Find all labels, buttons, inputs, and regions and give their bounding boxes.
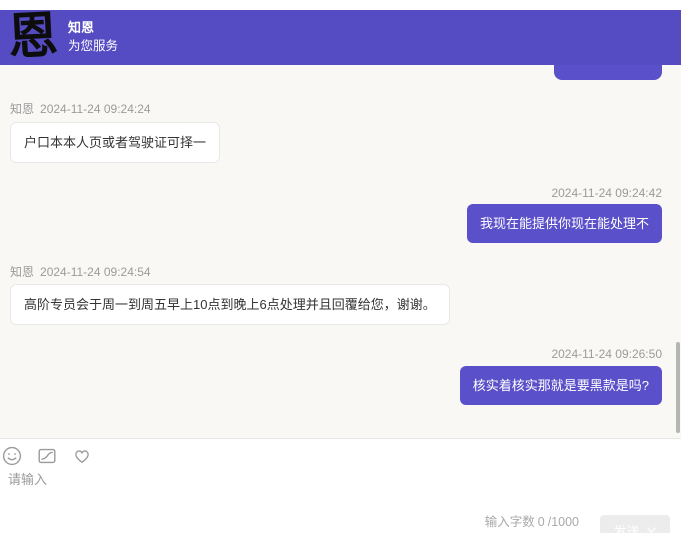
app-header: 恩 知恩 为您服务: [0, 10, 681, 65]
user-message-bubble: 我现在能提供你现在能处理不: [467, 204, 662, 243]
message-list[interactable]: 知恩 2024-11-24 09:24:24 户口本本人页或者驾驶证可择一 202…: [0, 65, 681, 438]
message-meta: 知恩 2024-11-24 09:24:54: [0, 265, 681, 279]
agent-message-bubble: 户口本本人页或者驾驶证可择一: [10, 122, 220, 163]
char-counter-label: 输入字数: [485, 515, 535, 529]
brand-logo: 恩: [6, 5, 59, 68]
emoji-icon[interactable]: [2, 446, 22, 466]
timestamp: 2024-11-24 09:26:50: [551, 347, 662, 361]
composer-toolbar: [0, 439, 681, 466]
message-row: 高阶专员会于周一到周五早上10点到晚上6点处理并且回覆给您，谢谢。: [0, 279, 681, 325]
chat-window: 恩 知恩 为您服务 知恩 2024-11-24 09:24:24 户口本本人页或者…: [0, 0, 681, 533]
send-button-label: 发送: [613, 521, 639, 533]
brand-block: 知恩 为您服务: [68, 20, 118, 55]
user-message-bubble: 核实着核实那就是要黑款是吗?: [460, 366, 662, 405]
top-strip: [0, 0, 681, 10]
scrollbar-thumb[interactable]: [676, 342, 680, 433]
image-icon[interactable]: [37, 446, 57, 466]
composer: 输入字数0/1000 发送: [0, 439, 681, 533]
timestamp: 2024-11-24 09:24:42: [551, 186, 662, 200]
message-row: 户口本本人页或者驾驶证可择一: [0, 116, 681, 163]
char-counter-limit: /1000: [548, 515, 579, 529]
char-counter: 输入字数0/1000: [485, 511, 582, 530]
message-row: 我现在能提供你现在能处理不: [0, 200, 681, 243]
clipped-user-bubble: [554, 65, 662, 80]
message-meta: 2024-11-24 09:24:42: [0, 186, 681, 200]
sender-name: 知恩: [10, 102, 34, 116]
brand-name: 知恩: [68, 20, 118, 36]
heart-icon[interactable]: [72, 446, 92, 466]
timestamp: 2024-11-24 09:24:54: [40, 265, 151, 279]
char-counter-value: 0: [538, 515, 545, 529]
timestamp: 2024-11-24 09:24:24: [40, 102, 151, 116]
send-button[interactable]: 发送: [600, 515, 670, 533]
chevron-down-icon[interactable]: [646, 525, 657, 533]
agent-message-bubble: 高阶专员会于周一到周五早上10点到晚上6点处理并且回覆给您，谢谢。: [10, 284, 450, 325]
brand-tagline: 为您服务: [68, 38, 118, 55]
message-row: 核实着核实那就是要黑款是吗?: [0, 361, 681, 405]
message-input[interactable]: [8, 472, 408, 487]
sender-name: 知恩: [10, 265, 34, 279]
message-meta: 2024-11-24 09:26:50: [0, 347, 681, 361]
